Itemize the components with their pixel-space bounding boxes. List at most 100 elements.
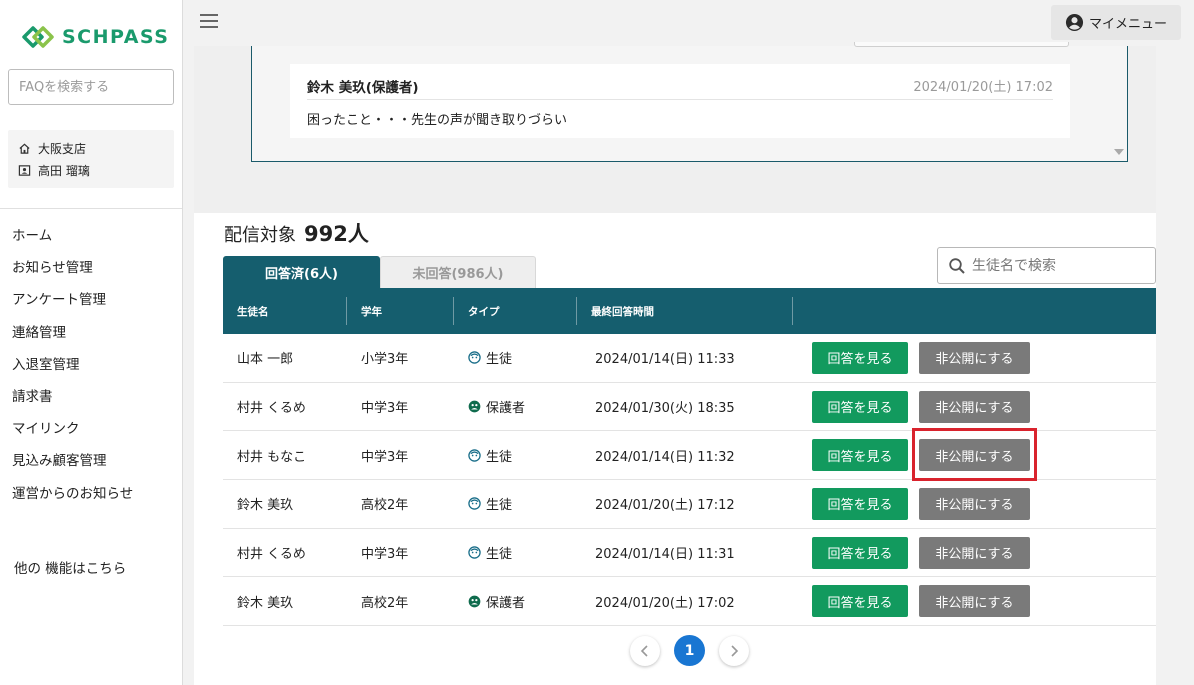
respondent-type-label: 保護者 bbox=[486, 595, 526, 611]
table-header: 生徒名 学年 タイプ 最終回答時間 bbox=[223, 288, 1156, 334]
table-row: 鈴木 美玖 高校2年 生徒 2024/01/20(土) 17:12 回答を見る 非公開にす… bbox=[223, 480, 1156, 529]
student-icon bbox=[468, 497, 481, 511]
user-name: 高田 瑠璃 bbox=[38, 163, 90, 178]
sidebar-item-contacts[interactable]: 連絡管理 bbox=[12, 315, 133, 347]
header-actions bbox=[793, 297, 1156, 325]
chevron-left-icon[interactable] bbox=[630, 635, 660, 666]
table-row: 山本 一郎 小学3年 生徒 2024/01/14(日) 11:33 回答を見る 非公開にす… bbox=[223, 334, 1156, 383]
guardian-icon bbox=[468, 400, 481, 413]
my-menu-button[interactable]: マイメニュー bbox=[1051, 5, 1181, 40]
recipients-label: 配信対象 bbox=[224, 225, 296, 246]
sidebar-item-operator-news[interactable]: 運営からのお知らせ bbox=[12, 476, 133, 508]
last-answer-time: 2024/01/14(日) 11:33 bbox=[595, 352, 735, 368]
tab-answered[interactable]: 回答済(6人) bbox=[223, 256, 380, 288]
message-area: 鈴木 美玖(保護者) 2024/01/20(土) 17:02 困ったこと・・・先… bbox=[194, 42, 1156, 213]
table-row: 村井 くるめ 中学3年 保護者 2024/01/30(火) 18:35 回答を見る 非公開… bbox=[223, 383, 1156, 432]
view-answer-button[interactable]: 回答を見る bbox=[812, 439, 908, 472]
student-grade: 高校2年 bbox=[361, 595, 409, 611]
make-private-button[interactable]: 非公開にする bbox=[919, 487, 1030, 520]
make-private-button[interactable]: 非公開にする bbox=[919, 390, 1030, 423]
respondent-type: 生徒 bbox=[454, 494, 577, 513]
account-circle-icon bbox=[1065, 13, 1084, 32]
schpass-logo-icon bbox=[22, 26, 54, 48]
message-body: 困ったこと・・・先生の声が聞き取りづらい bbox=[307, 113, 568, 128]
search-icon bbox=[949, 257, 965, 274]
respondent-type-label: 生徒 bbox=[486, 547, 513, 563]
student-icon bbox=[468, 448, 481, 462]
last-answer-time: 2024/01/30(火) 18:35 bbox=[595, 401, 735, 417]
last-answer-time: 2024/01/14(日) 11:31 bbox=[595, 547, 735, 563]
sidebar-item-mylinks[interactable]: マイリンク bbox=[12, 411, 133, 443]
chevron-right-icon[interactable] bbox=[719, 635, 749, 666]
respondent-type-label: 生徒 bbox=[486, 498, 513, 514]
table-row: 鈴木 美玖 高校2年 保護者 2024/01/20(土) 17:02 回答を見る 非公開に… bbox=[223, 577, 1156, 627]
respondent-type-label: 保護者 bbox=[486, 401, 526, 417]
row-actions: 回答を見る 非公開にする bbox=[793, 487, 1156, 520]
main-panel: 鈴木 美玖(保護者) 2024/01/20(土) 17:02 困ったこと・・・先… bbox=[194, 42, 1156, 685]
respondent-type-label: 生徒 bbox=[486, 449, 513, 465]
respondent-type: 保護者 bbox=[454, 397, 577, 416]
table-row: 村井 くるめ 中学3年 生徒 2024/01/14(日) 11:31 回答を見る 非公開に… bbox=[223, 529, 1156, 578]
highlight-box bbox=[912, 428, 1037, 481]
header-last-answer-time: 最終回答時間 bbox=[577, 297, 793, 325]
sidebar: SCHPASS 大阪支店 高田 瑠璃 ホーム お知らせ管理 アンケート管理 連絡… bbox=[0, 0, 183, 685]
student-grade: 中学3年 bbox=[361, 449, 409, 465]
student-search-input[interactable] bbox=[972, 257, 1142, 274]
header-type: タイプ bbox=[454, 297, 577, 325]
view-answer-button[interactable]: 回答を見る bbox=[812, 536, 908, 569]
brand-name: SCHPASS bbox=[62, 26, 170, 48]
sidebar-item-attendance[interactable]: 入退室管理 bbox=[12, 347, 133, 379]
student-grade: 高校2年 bbox=[361, 498, 409, 514]
tab-unanswered[interactable]: 未回答(986人) bbox=[380, 256, 536, 288]
logo[interactable]: SCHPASS bbox=[22, 22, 169, 52]
row-actions: 回答を見る 非公開にする bbox=[793, 390, 1156, 423]
user-line: 高田 瑠璃 bbox=[18, 159, 164, 181]
respondent-type: 生徒 bbox=[454, 446, 577, 465]
respondent-type: 生徒 bbox=[454, 543, 577, 562]
student-icon bbox=[468, 351, 481, 365]
student-name: 山本 一郎 bbox=[237, 352, 294, 368]
page-current[interactable]: 1 bbox=[674, 635, 705, 666]
respondent-type: 生徒 bbox=[454, 348, 577, 367]
respondent-type-label: 生徒 bbox=[486, 352, 513, 368]
student-search-box[interactable] bbox=[937, 247, 1156, 284]
sidebar-item-prospects[interactable]: 見込み顧客管理 bbox=[12, 443, 133, 475]
last-answer-time: 2024/01/20(土) 17:12 bbox=[595, 498, 735, 514]
row-actions: 回答を見る 非公開にする bbox=[793, 341, 1156, 374]
sidebar-item-notices[interactable]: お知らせ管理 bbox=[12, 250, 133, 282]
make-private-button[interactable]: 非公開にする bbox=[919, 585, 1030, 618]
view-answer-button[interactable]: 回答を見る bbox=[812, 585, 908, 618]
row-actions: 回答を見る 非公開にする bbox=[793, 585, 1156, 618]
student-grade: 中学3年 bbox=[361, 401, 409, 417]
row-actions: 回答を見る 非公開にする bbox=[793, 536, 1156, 569]
student-name: 鈴木 美玖 bbox=[237, 595, 294, 611]
student-name: 村井 もなこ bbox=[237, 449, 307, 465]
id-card-icon bbox=[18, 164, 31, 176]
branch-name: 大阪支店 bbox=[38, 141, 87, 156]
last-answer-time: 2024/01/14(日) 11:32 bbox=[595, 449, 735, 465]
header-student-name: 生徒名 bbox=[223, 297, 347, 325]
header-grade: 学年 bbox=[347, 297, 454, 325]
make-private-button[interactable]: 非公開にする bbox=[919, 341, 1030, 374]
sidebar-nav: ホーム お知らせ管理 アンケート管理 連絡管理 入退室管理 請求書 マイリンク … bbox=[12, 218, 133, 508]
hamburger-icon[interactable] bbox=[200, 14, 218, 30]
faq-search-input[interactable] bbox=[8, 69, 174, 105]
last-answer-time: 2024/01/20(土) 17:02 bbox=[595, 595, 735, 611]
other-features-link[interactable]: 他の 機能はこちら bbox=[14, 557, 126, 577]
message-scroll-box[interactable]: 鈴木 美玖(保護者) 2024/01/20(土) 17:02 困ったこと・・・先… bbox=[251, 42, 1128, 162]
my-menu-label: マイメニュー bbox=[1088, 17, 1167, 32]
recipients-count: 992人 bbox=[304, 222, 369, 246]
message-card: 鈴木 美玖(保護者) 2024/01/20(土) 17:02 困ったこと・・・先… bbox=[290, 64, 1070, 138]
sidebar-item-home[interactable]: ホーム bbox=[12, 218, 133, 250]
sidebar-item-surveys[interactable]: アンケート管理 bbox=[12, 282, 133, 314]
view-answer-button[interactable]: 回答を見る bbox=[812, 341, 908, 374]
pagination: 1 bbox=[630, 635, 749, 666]
view-answer-button[interactable]: 回答を見る bbox=[812, 390, 908, 423]
message-header: 鈴木 美玖(保護者) 2024/01/20(土) 17:02 bbox=[307, 72, 1053, 100]
view-answer-button[interactable]: 回答を見る bbox=[812, 487, 908, 520]
make-private-button[interactable]: 非公開にする bbox=[919, 536, 1030, 569]
sidebar-item-invoices[interactable]: 請求書 bbox=[12, 379, 133, 411]
scroll-down-arrow-icon[interactable] bbox=[1114, 149, 1124, 155]
branch-line: 大阪支店 bbox=[18, 137, 164, 159]
home-icon bbox=[19, 143, 30, 154]
